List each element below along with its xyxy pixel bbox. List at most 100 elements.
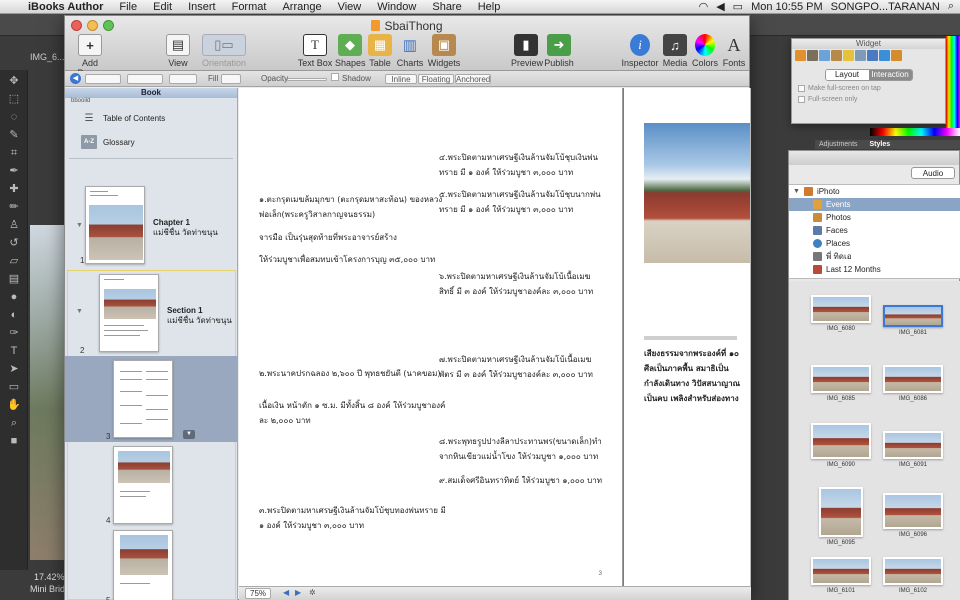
- menu-file[interactable]: File: [111, 1, 145, 13]
- healing-brush-icon[interactable]: ✚: [6, 182, 22, 196]
- charts-button[interactable]: ▥ Charts: [395, 34, 425, 68]
- view-button[interactable]: ▤ View: [163, 34, 193, 68]
- tab-adjustments[interactable]: Adjustments: [819, 141, 858, 148]
- tab-styles[interactable]: Styles: [869, 141, 890, 148]
- text-item-9[interactable]: ๙.สมเด็จศรีอินทราทิตย์ ให้ร่วมบูชา ๑,๐๐๐…: [439, 473, 604, 488]
- text-item-1[interactable]: ๑.ตะกรุดเมฆล้มมุกขา (ตะกรุดมหาสะท้อน) ขอ…: [259, 192, 449, 222]
- text-item-6[interactable]: ๖.พระปิดตามหาเศรษฐีเงินล้านจัมโบ้เนื้อเม…: [439, 269, 604, 299]
- zoom-tool-icon[interactable]: ⌕: [6, 416, 22, 430]
- widgets-button[interactable]: ▣ Widgets: [427, 34, 461, 68]
- volume-icon[interactable]: ◀: [716, 0, 724, 13]
- page-menu-icon[interactable]: ▼: [183, 430, 195, 439]
- color-panel[interactable]: [946, 36, 960, 136]
- settings-gear-icon[interactable]: ✲: [309, 588, 316, 597]
- media-thumbnail-selected[interactable]: IMG_6081: [883, 305, 943, 336]
- eyedropper-icon[interactable]: ✒: [6, 164, 22, 178]
- tree-item-places[interactable]: Places: [789, 237, 960, 250]
- stroke-popup[interactable]: [127, 74, 163, 84]
- table-inspector-icon[interactable]: [855, 50, 866, 61]
- text-inspector-icon[interactable]: [819, 50, 830, 61]
- opacity-slider[interactable]: [287, 78, 327, 81]
- text-item-8[interactable]: ๘.พระพุทธรูปปางลีลาประทานพร(ขนาดเล็ก)ทำจ…: [439, 434, 604, 464]
- menu-edit[interactable]: Edit: [145, 1, 180, 13]
- disclosure-triangle-icon[interactable]: ▼: [76, 308, 83, 315]
- link-inspector-icon[interactable]: [879, 50, 890, 61]
- next-page-icon[interactable]: ▶: [295, 588, 301, 597]
- sidebar-page-4[interactable]: 4: [65, 444, 237, 528]
- path-select-icon[interactable]: ➤: [6, 362, 22, 376]
- media-button[interactable]: ♫ Media: [661, 34, 689, 68]
- layout-inspector-icon[interactable]: [807, 50, 818, 61]
- current-page[interactable]: ๑.ตะกรุดเมฆล้มมุกขา (ตะกรุดมหาสะท้อน) ขอ…: [239, 88, 623, 586]
- publish-button[interactable]: ➜ Publish: [543, 34, 575, 68]
- menu-insert[interactable]: Insert: [180, 1, 224, 13]
- menu-arrange[interactable]: Arrange: [274, 1, 329, 13]
- document-inspector-icon[interactable]: [795, 50, 806, 61]
- quick-select-icon[interactable]: ✎: [6, 128, 22, 142]
- pen-tool-icon[interactable]: ✑: [6, 326, 22, 340]
- history-brush-icon[interactable]: ↺: [6, 236, 22, 250]
- tab-interaction[interactable]: Interaction: [868, 70, 912, 80]
- chapter-thumbnail[interactable]: [85, 186, 145, 264]
- rectangle-tool-icon[interactable]: ▭: [6, 380, 22, 394]
- lasso-tool-icon[interactable]: ◌: [6, 110, 22, 124]
- shapes-button[interactable]: ◆ Shapes: [335, 34, 366, 68]
- spotlight-icon[interactable]: ⌕: [948, 0, 954, 13]
- color-spectrum[interactable]: [870, 128, 960, 136]
- sidebar-page-3[interactable]: 3 ▼: [65, 356, 237, 442]
- vertical-scrollbar[interactable]: [750, 88, 751, 586]
- section-thumbnail[interactable]: [99, 274, 159, 352]
- anchored-button[interactable]: Anchored: [455, 74, 491, 84]
- move-tool-icon[interactable]: ✥: [6, 74, 22, 88]
- battery-icon[interactable]: ▭: [733, 0, 743, 13]
- fullscreen-only-checkbox[interactable]: [798, 96, 805, 103]
- media-thumbnail-grid[interactable]: IMG_6080 IMG_6081 IMG_6085 IMG_6086 IMG_…: [789, 281, 960, 600]
- sidebar-item-toc[interactable]: ☰ Table of Contents: [65, 106, 237, 130]
- floating-button[interactable]: Floating: [418, 74, 454, 84]
- text-box-button[interactable]: T Text Box: [297, 34, 333, 68]
- next-page[interactable]: เสียงธรรมจากพระองค์ที่ ๑๐ ศีลเป็นภาคพื้น…: [624, 88, 751, 586]
- zoom-popup[interactable]: 75%: [245, 588, 272, 599]
- tree-item-album[interactable]: พี่ ทิดเอ: [789, 250, 960, 263]
- media-thumbnail[interactable]: IMG_6091: [883, 431, 943, 468]
- menu-window[interactable]: Window: [369, 1, 424, 13]
- line-popup[interactable]: [169, 74, 197, 84]
- media-thumbnail[interactable]: IMG_6086: [883, 365, 943, 402]
- text-item-5[interactable]: ๕.พระปิดตามหาเศรษฐีเงินล้านจัมโบ้ชุบนากพ…: [439, 187, 604, 217]
- page-thumbnail[interactable]: [113, 360, 173, 438]
- media-thumbnail[interactable]: IMG_6102: [883, 557, 943, 594]
- menu-app-name[interactable]: iBooks Author: [22, 1, 111, 13]
- hand-tool-icon[interactable]: ✋: [6, 398, 22, 412]
- text-item-3[interactable]: ๓.พระปิดตามหาเศรษฐีเงินล้านจัมโบ้ชุบทองพ…: [259, 503, 449, 533]
- prev-page-icon[interactable]: ◀: [283, 588, 289, 597]
- color-swatch-icon[interactable]: ■: [6, 434, 22, 448]
- media-thumbnail[interactable]: IMG_6095: [811, 487, 871, 546]
- text-item-2[interactable]: ๒.พระนาคปรกฉลอง ๒,๖๐๐ ปี พุทธชยันตี (นาค…: [259, 366, 449, 381]
- metrics-inspector-icon[interactable]: [843, 50, 854, 61]
- tree-item-last-12-months[interactable]: Last 12 Months: [789, 263, 960, 276]
- disclosure-triangle-icon[interactable]: ▼: [793, 188, 800, 195]
- table-button[interactable]: ▦ Table: [367, 34, 393, 68]
- marquee-tool-icon[interactable]: ⬚: [6, 92, 22, 106]
- menu-format[interactable]: Format: [224, 1, 275, 13]
- sidebar-section-1[interactable]: ▼ Section 1 แม่ชีชื่น วัดท่าขนุน 2: [65, 272, 237, 356]
- temple-photo[interactable]: [644, 123, 751, 263]
- audio-tab[interactable]: Audio: [911, 167, 955, 179]
- menu-share[interactable]: Share: [424, 1, 469, 13]
- text-item-2-line2[interactable]: เนื้อเงิน หน้าตัก ๑ ซ.ม. มีทั้งสิ้น ๘ อง…: [259, 398, 449, 428]
- media-thumbnail[interactable]: IMG_6096: [883, 493, 943, 538]
- blur-tool-icon[interactable]: ●: [6, 290, 22, 304]
- page-thumbnail[interactable]: [113, 530, 173, 600]
- media-thumbnail[interactable]: IMG_6085: [811, 365, 871, 402]
- text-item-4[interactable]: ๔.พระปิดตามหาเศรษฐีเงินล้านจัมโบ้ชุบเงิน…: [439, 150, 604, 180]
- fullscreen-tap-checkbox[interactable]: [798, 85, 805, 92]
- menu-help[interactable]: Help: [470, 1, 509, 13]
- media-thumbnail[interactable]: IMG_6101: [811, 557, 871, 594]
- format-back-icon[interactable]: ◀: [70, 73, 81, 84]
- gradient-tool-icon[interactable]: ▤: [6, 272, 22, 286]
- wifi-icon[interactable]: ◠: [699, 0, 709, 13]
- page-canvas[interactable]: ๑.ตะกรุดเมฆล้มมุกขา (ตะกรุดมหาสะท้อน) ขอ…: [239, 88, 751, 586]
- media-source-tree[interactable]: ▼ iPhoto Events Photos Faces Places พี่ …: [789, 184, 960, 279]
- style-popup[interactable]: [85, 74, 121, 84]
- disclosure-triangle-icon[interactable]: ▼: [76, 222, 83, 229]
